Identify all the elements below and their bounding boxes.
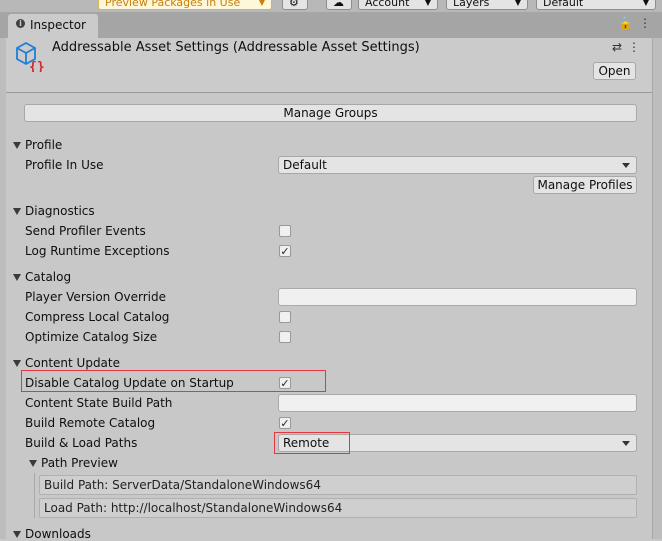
chevron-down-icon: ▼ [514,0,521,7]
chevron-down-icon: ▼ [642,0,649,7]
foldout-content-update-icon[interactable] [13,360,21,367]
build-load-paths-dropdown[interactable]: Remote [278,434,637,452]
send-profiler-events-label: Send Profiler Events [25,224,146,238]
disable-catalog-update-label: Disable Catalog Update on Startup [25,376,234,390]
foldout-profile-icon[interactable] [13,142,21,149]
svg-text:{}: {} [29,60,44,72]
tab-inspector-label: Inspector [30,18,86,32]
content-state-build-path-input[interactable] [278,394,637,412]
open-button[interactable]: Open [593,62,636,80]
more-options-icon[interactable]: ⋮ [628,40,640,54]
build-load-paths-label: Build & Load Paths [25,436,138,450]
section-path-preview[interactable]: Path Preview [41,456,118,470]
foldout-path-preview-icon[interactable] [29,460,37,467]
check-mark-icon: ✓ [280,245,290,258]
collab-button[interactable]: ⚙ [282,0,308,10]
chevron-down-icon: ▼ [424,0,431,7]
section-content-update[interactable]: Content Update [25,356,120,370]
tab-menu-icon[interactable]: ⋮ [639,16,651,30]
tab-bar [0,12,662,38]
lock-icon[interactable]: 🔒 [618,16,633,30]
log-runtime-exceptions-label: Log Runtime Exceptions [25,244,170,258]
build-remote-catalog-checkbox[interactable]: ✓ [279,417,291,429]
top-toolbar: Preview Packages in Use ▼ ⚙ ☁ Account ▼ … [0,0,662,12]
optimize-catalog-size-checkbox[interactable] [279,331,291,343]
section-diagnostics[interactable]: Diagnostics [25,204,95,218]
build-load-paths-value: Remote [283,436,330,450]
compress-local-catalog-label: Compress Local Catalog [25,310,170,324]
profile-in-use-dropdown[interactable]: Default [278,156,637,174]
chevron-down-icon [622,163,630,168]
scrollbar[interactable] [652,38,662,539]
cloud-button[interactable]: ☁ [326,0,352,10]
addressables-asset-icon: {} [16,41,44,72]
presets-icon[interactable]: ⇄ [612,40,622,54]
profile-in-use-value: Default [283,158,327,172]
content-state-build-path-label: Content State Build Path [25,396,173,410]
profile-in-use-label: Profile In Use [25,158,104,172]
build-remote-catalog-label: Build Remote Catalog [25,416,156,430]
check-mark-icon: ✓ [280,377,290,390]
player-version-override-label: Player Version Override [25,290,167,304]
foldout-downloads-icon[interactable] [13,531,21,538]
check-mark-icon: ✓ [280,417,290,430]
foldout-diagnostics-icon[interactable] [13,208,21,215]
layers-dropdown[interactable]: Layers ▼ [446,0,528,10]
layout-label: Default [543,0,584,9]
manage-groups-button[interactable]: Manage Groups [24,104,637,122]
build-path-readonly: Build Path: ServerData/StandaloneWindows… [39,475,637,495]
player-version-override-input[interactable] [278,288,637,306]
foldout-catalog-icon[interactable] [13,274,21,281]
chevron-down-icon [622,441,630,446]
log-runtime-exceptions-checkbox[interactable]: ✓ [279,245,291,257]
collab-icon: ⚙ [289,0,299,9]
section-profile[interactable]: Profile [25,138,62,152]
optimize-catalog-size-label: Optimize Catalog Size [25,330,158,344]
chevron-down-icon: ▼ [258,0,265,7]
info-icon: i [16,19,25,28]
preview-packages-label: Preview Packages in Use [105,0,241,9]
compress-local-catalog-checkbox[interactable] [279,311,291,323]
manage-profiles-button[interactable]: Manage Profiles [533,176,637,194]
inspector-title: Addressable Asset Settings (Addressable … [52,40,420,55]
disable-catalog-update-checkbox[interactable]: ✓ [279,377,291,389]
send-profiler-events-checkbox[interactable] [279,225,291,237]
account-dropdown[interactable]: Account ▼ [358,0,438,10]
account-label: Account [365,0,410,9]
load-path-readonly: Load Path: http://localhost/StandaloneWi… [39,498,637,518]
preview-packages-button[interactable]: Preview Packages in Use ▼ [98,0,272,10]
layout-dropdown[interactable]: Default ▼ [536,0,656,10]
layers-label: Layers [453,0,490,9]
section-catalog[interactable]: Catalog [25,270,71,284]
cloud-icon: ☁ [333,0,344,9]
